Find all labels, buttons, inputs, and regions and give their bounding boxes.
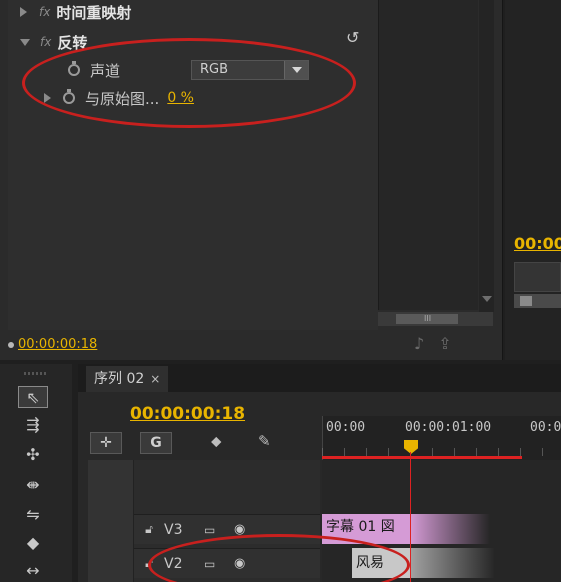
close-icon[interactable]: × <box>150 366 160 392</box>
tab-label: 序列 02 <box>94 371 145 387</box>
track-name-v3: V3 <box>164 521 183 538</box>
prop-row-blend: 与原始图... 0 % <box>44 86 194 110</box>
track-select-icon[interactable]: ⇶ <box>18 414 48 436</box>
blend-value[interactable]: 0 % <box>167 90 194 106</box>
fx-badge: fx <box>39 5 51 19</box>
effect-row-invert[interactable]: fx 反转 <box>20 30 87 54</box>
slip-icon[interactable]: ↔ <box>18 560 48 582</box>
timeline-timecode[interactable]: 00:00:00:18 <box>130 404 245 424</box>
effect-name-time-remap: 时间重映射 <box>56 3 132 22</box>
fx-badge: fx <box>40 35 52 49</box>
title-clip[interactable]: 字幕 01 図 <box>322 514 410 544</box>
track-header-v3: 🔓︎ V3 ▭ ◉ <box>134 514 320 544</box>
program-monitor-time[interactable]: 00:00 <box>514 234 561 253</box>
work-area-bar[interactable] <box>322 456 522 459</box>
ruler-label-0: 00:00 <box>326 420 366 435</box>
playhead-indicator-icon <box>8 342 14 348</box>
panel-grip[interactable] <box>24 372 48 375</box>
title-clip-fade <box>410 514 490 544</box>
ruler-label-2: 00:0 <box>530 420 561 435</box>
program-monitor-zoom <box>514 262 561 292</box>
prop-label-blend: 与原始图... <box>85 89 160 108</box>
ripple-edit-icon[interactable]: ✣ <box>18 444 48 466</box>
effect-controls-vscroll[interactable] <box>479 0 494 312</box>
toggle-output-icon[interactable]: ▭ <box>204 523 234 537</box>
lock-icon[interactable]: 🔓︎ <box>134 556 164 571</box>
marker-icon[interactable]: ⬥ <box>211 432 222 450</box>
chevron-down-icon[interactable] <box>284 61 308 79</box>
track-name-v2: V2 <box>164 555 183 572</box>
effect-controls-hscroll[interactable]: III <box>378 312 493 326</box>
channel-select[interactable]: RGB <box>191 60 309 80</box>
eye-icon[interactable]: ◉ <box>234 556 258 571</box>
razor-icon[interactable]: ◆ <box>18 532 48 554</box>
track-header-v2: 🔓︎ V2 ▭ ◉ <box>134 548 320 578</box>
stopwatch-icon[interactable] <box>63 89 75 104</box>
prop-label-channel: 声道 <box>90 61 121 80</box>
effect-controls-footer-icons: ♪⇪ <box>414 334 466 353</box>
reset-icon[interactable]: ↺ <box>346 28 359 47</box>
selection-tool-icon[interactable]: ⇖ <box>18 386 48 408</box>
effect-controls-timeline <box>378 0 478 310</box>
playhead-line[interactable] <box>410 452 411 582</box>
tab-sequence-02[interactable]: 序列 02 × <box>86 366 169 392</box>
collapse-triangle-icon[interactable] <box>20 38 30 46</box>
eye-icon[interactable]: ◉ <box>234 522 258 537</box>
audio-scrub-icon[interactable]: ♪ <box>414 334 438 353</box>
expand-triangle-icon[interactable] <box>20 7 27 17</box>
rate-stretch-icon[interactable]: ⇋ <box>18 504 48 526</box>
scroll-down-arrow-icon[interactable] <box>482 296 492 302</box>
snap-icon[interactable]: G <box>140 432 172 454</box>
rolling-edit-icon[interactable]: ⇼ <box>18 474 48 496</box>
lock-icon[interactable]: 🔓︎ <box>134 522 164 537</box>
program-monitor-scroll[interactable] <box>514 294 561 308</box>
hscroll-grip: III <box>424 314 432 323</box>
stopwatch-icon[interactable] <box>68 61 80 76</box>
wrench-icon[interactable]: ✎ <box>258 432 271 450</box>
ruler-label-1: 00:00:01:00 <box>405 420 492 435</box>
effect-name-invert: 反转 <box>57 33 88 52</box>
ruler-ticks <box>322 448 561 456</box>
add-edit-icon[interactable]: ✛ <box>90 432 122 454</box>
toggle-output-icon[interactable]: ▭ <box>204 557 234 571</box>
channel-select-value: RGB <box>200 62 229 77</box>
effect-controls-time[interactable]: 00:00:00:18 <box>18 337 97 352</box>
prop-row-channel: 声道 <box>68 58 120 82</box>
effect-row-time-remap[interactable]: fx 时间重映射 <box>20 0 131 24</box>
video-clip[interactable]: 风易 <box>352 548 410 578</box>
expand-triangle-icon[interactable] <box>44 93 51 103</box>
track-headers-strip <box>88 460 134 582</box>
export-frame-icon[interactable]: ⇪ <box>438 334 465 353</box>
